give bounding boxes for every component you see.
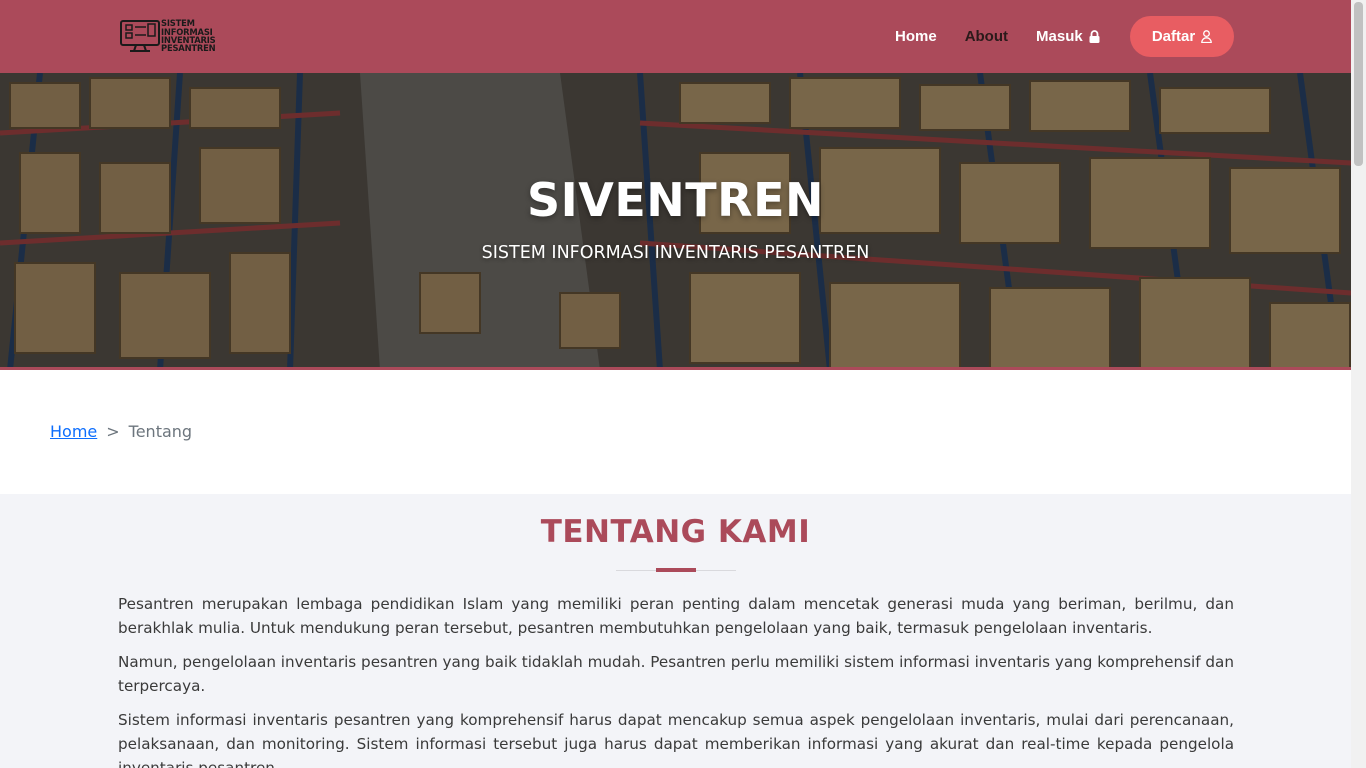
hero-banner: SIVENTREN SISTEM INFORMASI INVENTARIS PE… <box>0 73 1351 370</box>
monitor-logo-icon <box>120 20 160 52</box>
about-title: TENTANG KAMI <box>540 514 811 550</box>
register-button[interactable]: Daftar <box>1130 16 1234 57</box>
lock-icon <box>1089 30 1100 43</box>
about-text: Pesantren merupakan lembaga pendidikan I… <box>118 592 1234 768</box>
about-section: TENTANG KAMI Pesantren merupakan lembaga… <box>0 494 1351 768</box>
nav-login-label: Masuk <box>1036 28 1083 45</box>
logo-text-line: PESANTREN <box>161 43 216 54</box>
logo-text: SISTEM INFORMASI INVENTARIS PESANTREN <box>161 19 216 54</box>
logo[interactable]: SISTEM INFORMASI INVENTARIS PESANTREN <box>120 16 228 56</box>
nav-about-link[interactable]: About <box>965 28 1008 45</box>
scrollbar-thumb[interactable] <box>1354 2 1363 166</box>
about-paragraph: Sistem informasi inventaris pesantren ya… <box>118 711 1234 768</box>
nav-about-label: About <box>964 28 1009 45</box>
vertical-scrollbar[interactable] <box>1351 0 1366 768</box>
hero-subtitle: SISTEM INFORMASI INVENTARIS PESANTREN <box>481 243 870 263</box>
register-button-label: Daftar <box>1151 28 1196 45</box>
nav-links: Home About Masuk <box>895 0 1128 73</box>
nav-home-label: Home <box>895 28 937 45</box>
title-divider-accent <box>656 568 696 572</box>
about-paragraph: Namun, pengelolaan inventaris pesantren … <box>118 653 1234 695</box>
nav-home-link[interactable]: Home <box>895 28 937 45</box>
breadcrumb-separator: > <box>106 422 120 441</box>
nav-login-link[interactable]: Masuk <box>1036 28 1100 45</box>
breadcrumb-current: Tentang <box>128 422 193 441</box>
about-paragraph: Pesantren merupakan lembaga pendidikan I… <box>118 595 1234 637</box>
hero-title: SIVENTREN <box>527 173 824 227</box>
breadcrumb-home-link[interactable]: Home <box>50 422 97 441</box>
breadcrumb: Home > Tentang <box>50 422 192 441</box>
breadcrumb-area: Home > Tentang <box>0 370 1351 494</box>
navbar: SISTEM INFORMASI INVENTARIS PESANTREN Ho… <box>0 0 1351 73</box>
user-icon <box>1201 30 1213 43</box>
